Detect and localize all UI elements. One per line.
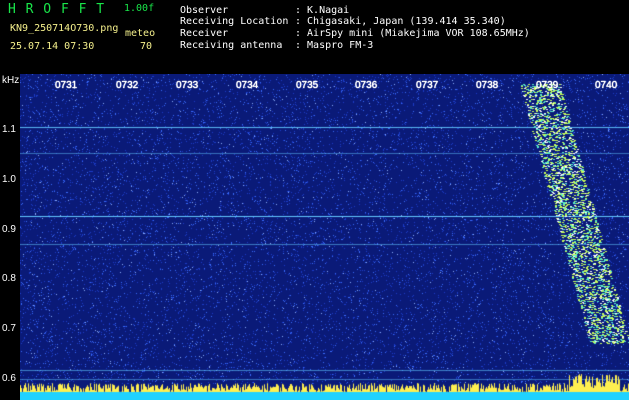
receiver-label: Receiver [180,28,229,39]
app-version: 1.00f [124,3,155,14]
spectrogram-canvas [20,74,629,400]
date-time: 25.07.14 07:30 [10,41,95,52]
y-tick-label: 1.1 [2,124,16,135]
x-tick-label: 0734 [236,80,259,91]
y-tick-label: 0.7 [2,323,16,334]
y-tick-label: 0.8 [2,273,16,284]
observer-value: : K.Nagai [295,5,350,16]
location-value: : Chigasaki, Japan (139.414 35.340) [295,16,506,27]
antenna-value: : Maspro FM-3 [295,40,374,51]
file-name: KN9_250714O730.png [10,23,119,34]
y-unit-label: kHz [2,75,20,86]
antenna-label: Receiving antenna [180,40,283,51]
x-tick-label: 0732 [116,80,139,91]
x-tick-label: 0733 [176,80,199,91]
x-tick-label: 0736 [355,80,378,91]
y-tick-label: 0.9 [2,224,16,235]
observer-label: Observer [180,5,229,16]
hrofft-window: H R O F F T 1.00f KN9_250714O730.png met… [0,0,629,400]
receiver-value: : AirSpy mini (Miakejima VOR 108.65MHz) [295,28,530,39]
y-tick-label: 1.0 [2,174,16,185]
x-tick-label: 0740 [595,80,618,91]
x-tick-label: 0731 [55,80,78,91]
app-title: H R O F F T [8,2,106,17]
location-label: Receiving Location [180,16,289,27]
x-tick-label: 0735 [296,80,319,91]
x-tick-label: 0738 [476,80,499,91]
x-tick-label: 0739 [536,80,559,91]
x-tick-label: 0737 [416,80,439,91]
mode-value: 70 [140,41,153,52]
y-tick-label: 0.6 [2,373,16,384]
mode-label: meteo [125,28,156,39]
